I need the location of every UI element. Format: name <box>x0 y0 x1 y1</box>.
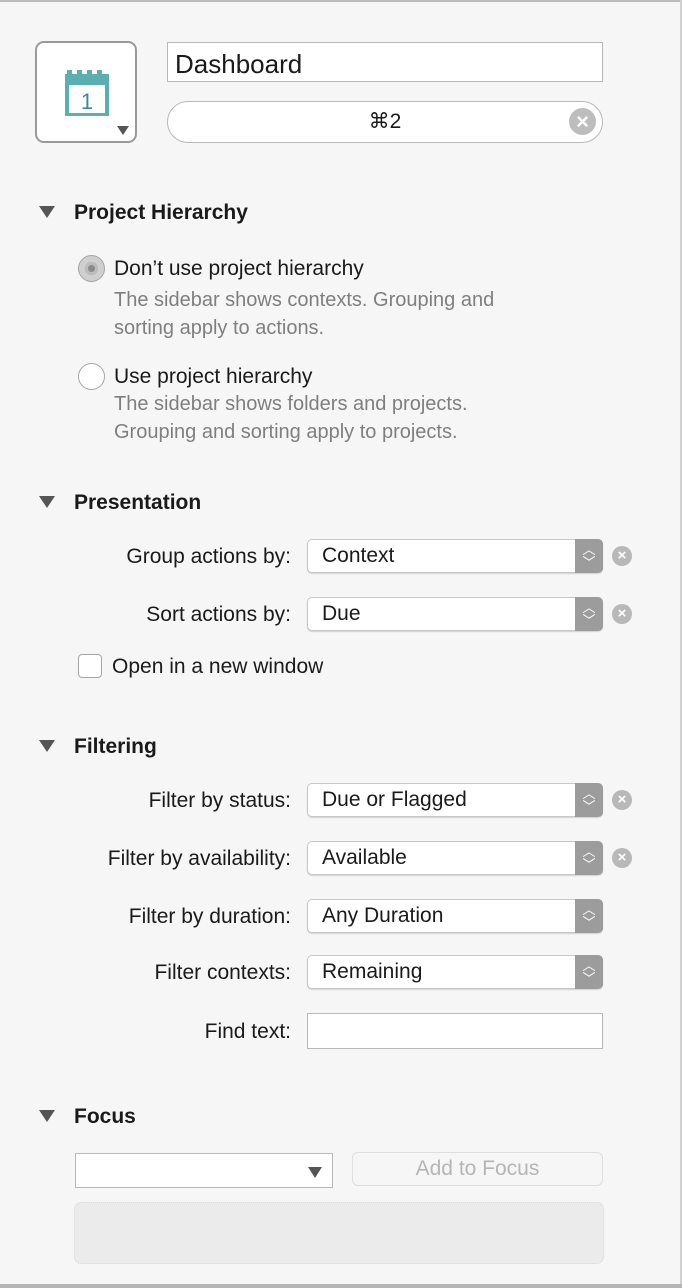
radio-use-hierarchy[interactable] <box>78 363 105 390</box>
radio-description: The sidebar shows folders and projects. … <box>114 390 468 446</box>
clear-status-icon[interactable]: × <box>612 790 632 810</box>
disclosure-triangle-icon[interactable] <box>39 740 55 752</box>
bottom-border <box>0 1284 682 1288</box>
chevron-down-icon <box>308 1167 322 1178</box>
focus-list[interactable] <box>74 1202 604 1264</box>
disclosure-triangle-icon[interactable] <box>39 1110 55 1122</box>
stepper-chevrons-icon: ︿ ﹀ <box>575 539 603 573</box>
section-title-focus: Focus <box>74 1105 136 1128</box>
contexts-popup[interactable]: Remaining ︿ ﹀ <box>307 955 603 989</box>
section-title-presentation: Presentation <box>74 491 202 514</box>
radio-description: The sidebar shows contexts. Grouping and… <box>114 286 494 342</box>
stepper-chevrons-icon: ︿ ﹀ <box>575 841 603 875</box>
group-by-popup[interactable]: Context ︿ ﹀ <box>307 539 603 573</box>
description-line: The sidebar shows contexts. Grouping and <box>114 289 495 311</box>
description-line: The sidebar shows folders and projects. <box>114 393 468 415</box>
duration-popup[interactable]: Any Duration ︿ ﹀ <box>307 899 603 933</box>
new-window-label: Open in a new window <box>112 655 324 678</box>
description-line: Grouping and sorting apply to projects. <box>114 421 458 443</box>
section-title-filtering: Filtering <box>74 735 157 758</box>
popup-value: Any Duration <box>322 904 444 927</box>
clear-shortcut-icon[interactable]: × <box>569 108 596 135</box>
clear-group-icon[interactable]: × <box>612 546 632 566</box>
perspective-name-field[interactable]: Dashboard <box>167 42 603 82</box>
group-by-label: Group actions by: <box>126 545 291 568</box>
popup-value: Available <box>322 846 407 869</box>
add-to-focus-button[interactable]: Add to Focus <box>352 1152 603 1186</box>
popup-value: Due or Flagged <box>322 788 467 811</box>
find-text-field[interactable] <box>307 1013 603 1049</box>
top-border <box>0 0 682 2</box>
find-text-label: Find text: <box>204 1020 291 1043</box>
stepper-chevrons-icon: ︿ ﹀ <box>575 783 603 817</box>
stepper-chevrons-icon: ︿ ﹀ <box>575 899 603 933</box>
contexts-label: Filter contexts: <box>154 961 291 984</box>
description-line: sorting apply to actions. <box>114 317 325 339</box>
chevron-down-icon <box>117 126 129 135</box>
availability-popup[interactable]: Available ︿ ﹀ <box>307 841 603 875</box>
stepper-chevrons-icon: ︿ ﹀ <box>575 597 603 631</box>
status-label: Filter by status: <box>148 789 291 812</box>
popup-value: Context <box>322 544 395 567</box>
clear-availability-icon[interactable]: × <box>612 848 632 868</box>
popup-value: Remaining <box>322 960 423 983</box>
perspective-icon-picker[interactable]: 1 <box>35 41 137 143</box>
focus-select[interactable] <box>75 1153 333 1188</box>
clear-sort-icon[interactable]: × <box>612 604 632 624</box>
status-popup[interactable]: Due or Flagged ︿ ﹀ <box>307 783 603 817</box>
section-title-project-hierarchy: Project Hierarchy <box>74 201 248 224</box>
calendar-day: 1 <box>81 89 93 114</box>
shortcut-field[interactable]: ⌘2 <box>167 101 603 143</box>
new-window-checkbox[interactable] <box>78 654 102 678</box>
sort-by-popup[interactable]: Due ︿ ﹀ <box>307 597 603 631</box>
radio-no-hierarchy[interactable] <box>78 255 105 282</box>
availability-label: Filter by availability: <box>107 847 291 870</box>
popup-value: Due <box>322 602 361 625</box>
stepper-chevrons-icon: ︿ ﹀ <box>575 955 603 989</box>
disclosure-triangle-icon[interactable] <box>39 206 55 218</box>
radio-label: Use project hierarchy <box>114 365 313 388</box>
duration-label: Filter by duration: <box>128 905 291 928</box>
disclosure-triangle-icon[interactable] <box>39 496 55 508</box>
calendar-icon: 1 <box>65 70 109 116</box>
sort-by-label: Sort actions by: <box>146 603 291 626</box>
radio-label: Don’t use project hierarchy <box>114 257 364 280</box>
